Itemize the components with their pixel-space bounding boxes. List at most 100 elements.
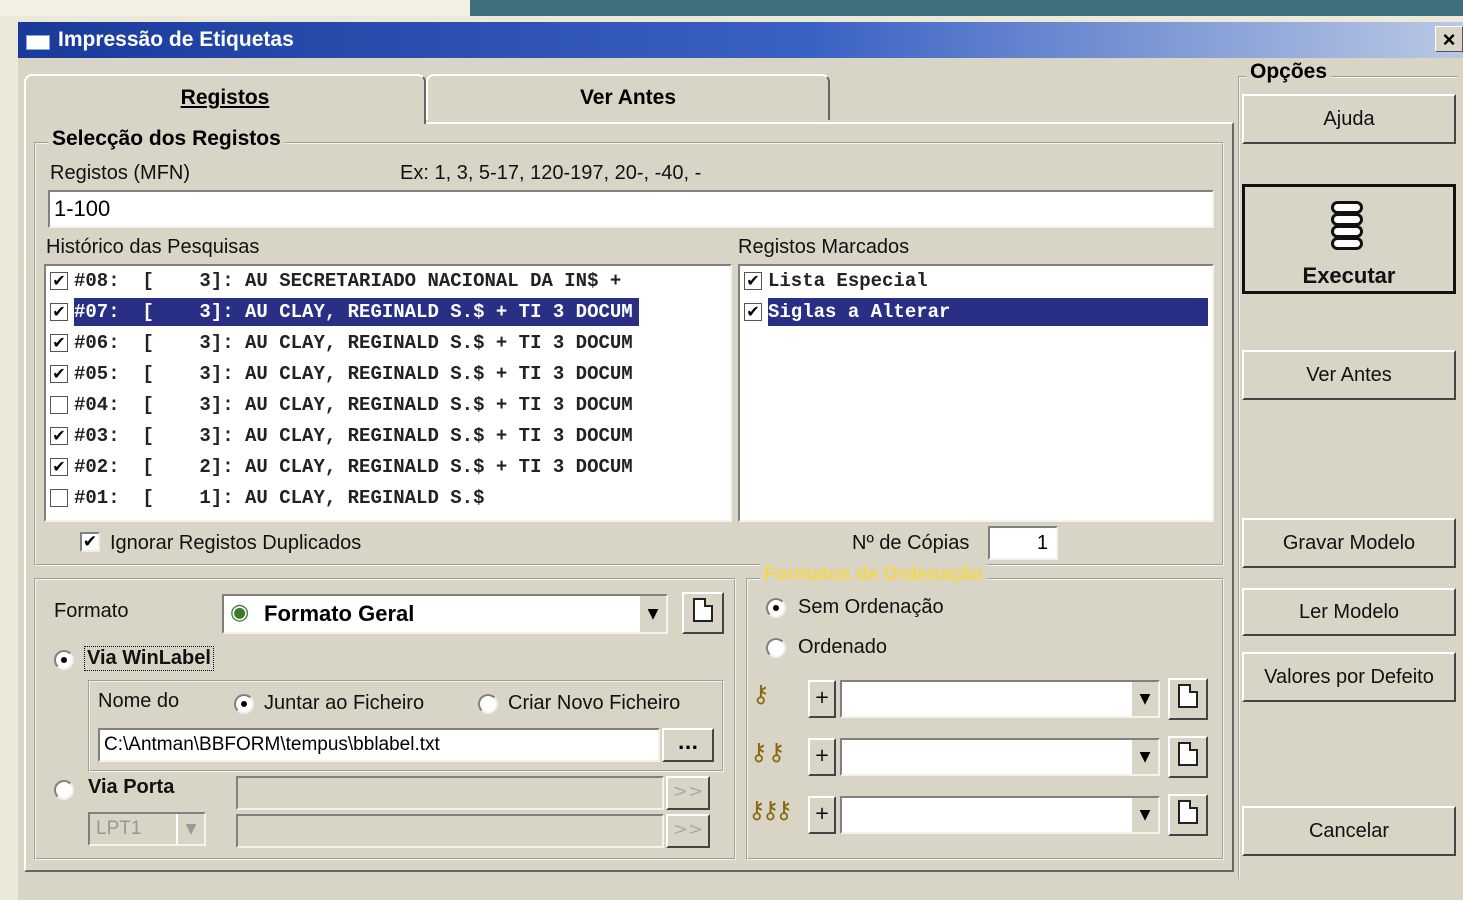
chevron-down-icon[interactable]: ▼	[1130, 798, 1158, 832]
window-title: Impressão de Etiquetas	[58, 28, 294, 51]
ignore-duplicates-checkbox[interactable]: ✔	[80, 532, 100, 552]
history-row-text: #04: [ 3]: AU CLAY, REGINALD S.$ + TI 3 …	[74, 394, 633, 416]
order-edit-button-3[interactable]	[1168, 794, 1208, 836]
history-checkbox[interactable]: ✔	[50, 272, 68, 290]
execute-button[interactable]: Executar	[1242, 184, 1456, 294]
history-checkbox[interactable]: ✔	[50, 458, 68, 476]
copies-label: Nº de Cópias	[852, 532, 970, 554]
close-button[interactable]: ×	[1435, 26, 1463, 52]
new-file-radio[interactable]	[478, 694, 498, 714]
save-model-button-label: Gravar Modelo	[1282, 532, 1416, 554]
tab-ver-antes-label: Ver Antes	[579, 86, 677, 109]
ordering-group-title: Formatos de Ordenação	[760, 564, 987, 586]
desktop-background-window	[470, 0, 1463, 16]
format-dropdown[interactable]: ◉ Formato Geral ▼	[222, 594, 668, 634]
load-model-button[interactable]: Ler Modelo	[1242, 588, 1456, 636]
new-file-label[interactable]: Criar Novo Ficheiro	[508, 692, 680, 715]
tab-registos-label: Registos	[180, 86, 270, 109]
history-row-text: #08: [ 3]: AU SECRETARIADO NACIONAL DA I…	[74, 270, 622, 292]
order-add-button-2[interactable]: +	[808, 738, 836, 776]
history-row[interactable]: #04: [ 3]: AU CLAY, REGINALD S.$ + TI 3 …	[46, 390, 730, 420]
format-edit-button[interactable]	[682, 592, 724, 634]
mfn-example-text: Ex: 1, 3, 5-17, 120-197, 20-, -40, -	[400, 162, 702, 184]
print-labels-dialog: Impressão de Etiquetas × Registos Ver An…	[18, 22, 1463, 900]
history-checkbox[interactable]: ✔	[50, 427, 68, 445]
format-globe-icon: ◉	[230, 600, 250, 625]
chevron-down-icon[interactable]: ▼	[176, 814, 204, 844]
help-button[interactable]: Ajuda	[1242, 94, 1456, 144]
port-send-button-2[interactable]: >>	[666, 814, 710, 848]
marked-row[interactable]: ✔ Lista Especial	[740, 266, 1212, 296]
port-command-input-2[interactable]	[236, 814, 664, 848]
append-file-label[interactable]: Juntar ao Ficheiro	[264, 692, 424, 715]
save-model-button[interactable]: Gravar Modelo	[1242, 518, 1456, 568]
document-icon	[693, 598, 713, 622]
history-checkbox[interactable]: ✔	[50, 303, 68, 321]
append-file-radio[interactable]	[234, 694, 254, 714]
history-row[interactable]: ✔ #02: [ 2]: AU CLAY, REGINALD S.$ + TI 3…	[46, 452, 730, 482]
defaults-button-label: Valores por Defeito	[1264, 666, 1434, 688]
history-row-text: #07: [ 3]: AU CLAY, REGINALD S.$ + TI 3 …	[74, 298, 639, 326]
search-history-label: Histórico das Pesquisas	[46, 236, 260, 258]
port-command-input[interactable]	[236, 776, 664, 810]
order-field-dropdown-3[interactable]: ▼	[840, 796, 1160, 834]
history-row[interactable]: ✔ #03: [ 3]: AU CLAY, REGINALD S.$ + TI 3…	[46, 421, 730, 451]
port-dropdown[interactable]: LPT1 ▼	[88, 812, 206, 846]
history-checkbox[interactable]: ✔	[50, 334, 68, 352]
chevron-down-icon[interactable]: ▼	[638, 596, 666, 632]
search-history-list[interactable]: ✔ #08: [ 3]: AU SECRETARIADO NACIONAL DA …	[44, 264, 732, 522]
database-icon	[1327, 201, 1371, 255]
port-send-button[interactable]: >>	[666, 776, 710, 810]
defaults-button[interactable]: Valores por Defeito	[1242, 652, 1456, 702]
copies-input[interactable]: 1	[988, 526, 1058, 560]
via-winlabel-label[interactable]: Via WinLabel	[84, 646, 214, 671]
document-icon	[1178, 742, 1198, 766]
tab-panel-registos: Selecção dos Registos Registos (MFN) Ex:…	[24, 122, 1234, 872]
chevron-down-icon[interactable]: ▼	[1130, 682, 1158, 716]
no-order-label[interactable]: Sem Ordenação	[798, 596, 944, 619]
ignore-duplicates-label[interactable]: Ignorar Registos Duplicados	[110, 532, 361, 555]
via-winlabel-radio[interactable]	[54, 650, 74, 670]
no-order-radio[interactable]	[766, 598, 786, 618]
history-row[interactable]: ✔ #08: [ 3]: AU SECRETARIADO NACIONAL DA …	[46, 266, 730, 296]
tab-ver-antes[interactable]: Ver Antes	[426, 74, 830, 120]
ordered-radio[interactable]	[766, 638, 786, 658]
marked-checkbox[interactable]: ✔	[744, 303, 762, 321]
tab-registos[interactable]: Registos	[24, 74, 426, 124]
history-checkbox[interactable]: ✔	[50, 365, 68, 383]
marked-records-list[interactable]: ✔ Lista Especial ✔ Siglas a Alterar	[738, 264, 1214, 522]
history-row[interactable]: ✔ #06: [ 3]: AU CLAY, REGINALD S.$ + TI 3…	[46, 328, 730, 358]
marked-row[interactable]: ✔ Siglas a Alterar	[740, 297, 1212, 327]
marked-checkbox[interactable]: ✔	[744, 272, 762, 290]
mfn-input[interactable]: 1-100	[48, 190, 1214, 228]
order-add-button-1[interactable]: +	[808, 680, 836, 718]
ordered-label[interactable]: Ordenado	[798, 636, 887, 659]
order-field-dropdown-2[interactable]: ▼	[840, 738, 1160, 776]
history-checkbox[interactable]	[50, 489, 68, 507]
cancel-button-label: Cancelar	[1308, 820, 1390, 842]
history-row-text: #03: [ 3]: AU CLAY, REGINALD S.$ + TI 3 …	[74, 425, 633, 447]
order-field-dropdown-1[interactable]: ▼	[840, 680, 1160, 718]
history-row[interactable]: ✔ #07: [ 3]: AU CLAY, REGINALD S.$ + TI 3…	[46, 297, 730, 327]
file-path-input[interactable]: C:\Antman\BBFORM\tempus\bblabel.txt	[98, 728, 660, 762]
history-row[interactable]: ✔ #05: [ 3]: AU CLAY, REGINALD S.$ + TI 3…	[46, 359, 730, 389]
history-checkbox[interactable]	[50, 396, 68, 414]
order-edit-button-2[interactable]	[1168, 736, 1208, 778]
cancel-button[interactable]: Cancelar	[1242, 806, 1456, 856]
document-icon	[1178, 800, 1198, 824]
preview-button[interactable]: Ver Antes	[1242, 350, 1456, 400]
via-porta-label[interactable]: Via Porta	[88, 776, 174, 799]
port-dropdown-value: LPT1	[96, 818, 142, 839]
double-key-icon: ⚷⚷	[750, 738, 786, 766]
marked-records-label: Registos Marcados	[738, 236, 910, 258]
single-key-icon: ⚷	[752, 680, 770, 708]
marked-row-text: Siglas a Alterar	[768, 298, 1208, 326]
browse-button[interactable]: ...	[662, 728, 714, 762]
order-add-button-3[interactable]: +	[808, 796, 836, 834]
order-edit-button-1[interactable]	[1168, 678, 1208, 720]
records-selection-title: Selecção dos Registos	[48, 127, 285, 151]
history-row[interactable]: #01: [ 1]: AU CLAY, REGINALD S.$	[46, 483, 730, 513]
via-porta-radio[interactable]	[54, 780, 74, 800]
execute-button-label: Executar	[1302, 263, 1396, 288]
chevron-down-icon[interactable]: ▼	[1130, 740, 1158, 774]
